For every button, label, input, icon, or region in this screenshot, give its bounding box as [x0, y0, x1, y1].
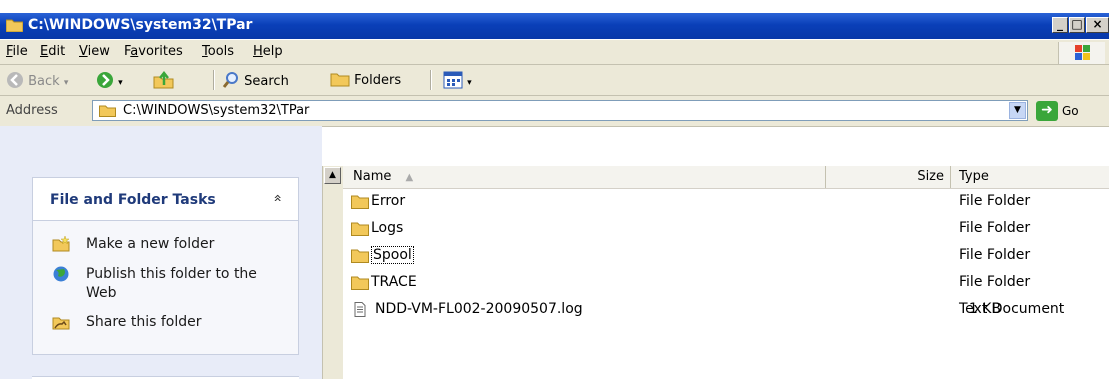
- file-type: Text Document: [959, 301, 1065, 317]
- menu-help[interactable]: Help: [253, 44, 283, 59]
- menu-view[interactable]: View: [79, 44, 110, 59]
- folders-label: Folders: [354, 73, 402, 88]
- folder-icon: [99, 105, 116, 117]
- task-label: Share this folder: [86, 314, 202, 330]
- file-type: File Folder: [959, 274, 1031, 290]
- address-label: Address: [6, 103, 58, 118]
- task-panel-title: File and Folder Tasks: [50, 192, 216, 208]
- file-folder-tasks-header[interactable]: File and Folder Tasks «: [32, 177, 299, 221]
- column-size-label: Size: [917, 169, 944, 184]
- window-title: C:\WINDOWS\system32\TPar: [28, 17, 253, 33]
- collapse-chevron-icon[interactable]: «: [270, 194, 286, 203]
- menu-edit[interactable]: Edit: [40, 44, 65, 59]
- go-button[interactable]: ➜: [1036, 101, 1058, 121]
- file-name: Error: [371, 193, 406, 209]
- file-name: Logs: [371, 220, 404, 236]
- back-label: Back: [28, 74, 60, 89]
- up-folder-button[interactable]: [153, 70, 175, 89]
- address-input[interactable]: C:\WINDOWS\system32\TPar ▼: [92, 100, 1028, 121]
- column-header-type[interactable]: Type: [951, 166, 1109, 188]
- task-panel-body: Make a new folder Publish this folder to…: [32, 221, 299, 355]
- up-folder-icon: [153, 70, 174, 89]
- folder-icon: [351, 249, 369, 263]
- file-type: File Folder: [959, 247, 1031, 263]
- menu-file[interactable]: File: [6, 44, 28, 59]
- column-name-label: Name: [353, 169, 392, 184]
- windows-flag-icon: [1075, 45, 1090, 60]
- forward-button[interactable]: ▾: [96, 71, 123, 89]
- menu-bar: File Edit View Favorites Tools Help: [0, 40, 1109, 65]
- address-dropdown-button[interactable]: ▼: [1009, 102, 1026, 119]
- file-row-log[interactable]: NDD-VM-FL002-20090507.log 1 KB Text Docu…: [351, 299, 1101, 323]
- file-row-trace[interactable]: TRACE File Folder: [351, 272, 1101, 296]
- column-header-name[interactable]: Name ▲: [343, 166, 826, 188]
- maximize-button[interactable]: □: [1069, 17, 1085, 33]
- go-arrow-icon: ➜: [1041, 102, 1053, 118]
- folder-icon: [351, 195, 369, 209]
- toolbar-separator: [213, 70, 215, 90]
- publish-web-icon: [53, 266, 69, 282]
- file-name: Spool: [371, 246, 414, 264]
- menu-tools[interactable]: Tools: [202, 44, 234, 59]
- next-task-panel: [32, 376, 299, 380]
- folder-icon: [6, 19, 23, 32]
- file-name: NDD-VM-FL002-20090507.log: [375, 301, 583, 317]
- search-button[interactable]: Search: [222, 71, 289, 89]
- back-arrow-icon: [7, 72, 23, 88]
- close-button[interactable]: ×: [1086, 17, 1109, 33]
- file-row-logs[interactable]: Logs File Folder: [351, 218, 1101, 242]
- file-name: TRACE: [371, 274, 417, 290]
- text-document-icon: [354, 302, 366, 317]
- toolbar-separator: [430, 70, 432, 90]
- forward-arrow-icon: [97, 72, 113, 88]
- scroll-up-button[interactable]: ▲: [324, 167, 341, 184]
- minimize-button[interactable]: _: [1052, 17, 1068, 33]
- share-folder-icon: [52, 317, 70, 330]
- back-button[interactable]: Back ▾: [6, 71, 68, 89]
- views-button[interactable]: ▾: [443, 71, 472, 89]
- title-bar[interactable]: C:\WINDOWS\system32\TPar _ □ ×: [0, 13, 1109, 39]
- folder-icon: [351, 222, 369, 236]
- sort-ascending-icon: ▲: [405, 172, 414, 183]
- column-header-bar: Name ▲ Size Type: [343, 166, 1109, 189]
- search-label: Search: [244, 74, 289, 89]
- file-row-spool[interactable]: Spool File Folder: [351, 245, 1101, 269]
- windows-logo: [1058, 42, 1105, 64]
- menu-favorites[interactable]: Favorites: [124, 44, 183, 59]
- column-header-size[interactable]: Size: [826, 166, 951, 188]
- toolbar: Back ▾ ▾ Search Folders ▾: [0, 65, 1109, 96]
- file-type: File Folder: [959, 193, 1031, 209]
- new-folder-icon: [52, 236, 70, 252]
- folder-icon: [351, 276, 369, 290]
- task-label: Make a new folder: [86, 236, 215, 252]
- go-label[interactable]: Go: [1062, 104, 1079, 118]
- file-type: File Folder: [959, 220, 1031, 236]
- folders-icon: [330, 73, 350, 87]
- task-pane-scrollbar[interactable]: ▲: [322, 166, 343, 379]
- task-pane-background: [0, 126, 322, 166]
- task-label: Publish this folder to the Web: [86, 266, 257, 301]
- explorer-window: C:\WINDOWS\system32\TPar _ □ × File Edit…: [0, 0, 1109, 380]
- address-bar: Address C:\WINDOWS\system32\TPar ▼ ➜ Go: [0, 96, 1109, 127]
- folders-button[interactable]: Folders: [330, 71, 401, 88]
- views-icon: [443, 71, 463, 89]
- file-row-error[interactable]: Error File Folder: [351, 191, 1101, 215]
- address-value: C:\WINDOWS\system32\TPar: [123, 103, 310, 118]
- search-icon: [222, 72, 238, 88]
- column-type-label: Type: [959, 169, 989, 184]
